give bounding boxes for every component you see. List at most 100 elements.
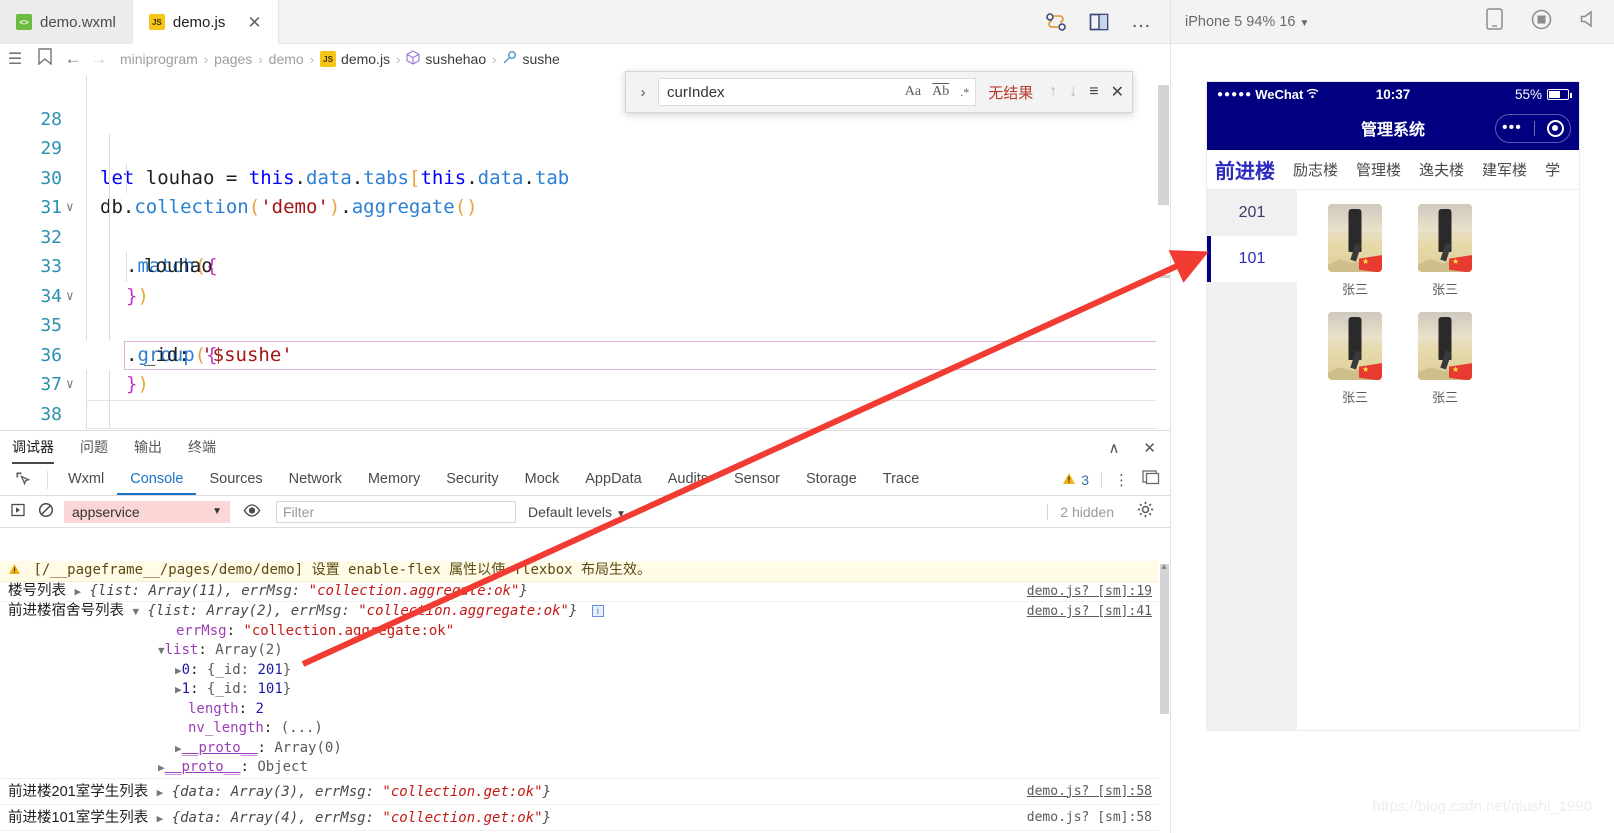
- gear-icon[interactable]: [1137, 501, 1154, 523]
- close-icon[interactable]: ✕: [1111, 82, 1124, 102]
- console-log-row[interactable]: 前进楼宿舍号列表 ▼ {list: Array(2), errMsg: "col…: [0, 602, 1170, 622]
- console-output[interactable]: [/__pageframe__/pages/demo/demo] 设置 enab…: [0, 561, 1170, 833]
- breadcrumb-item-pages[interactable]: pages: [214, 51, 252, 67]
- log-level-select[interactable]: Default levels ▼: [528, 504, 626, 520]
- split-editor-right-icon[interactable]: [1089, 13, 1109, 31]
- nav-forward-icon[interactable]: →: [86, 49, 112, 69]
- console-tree-row[interactable]: ▶1: {_id: 101}: [0, 680, 1170, 700]
- target-icon[interactable]: [1546, 119, 1564, 137]
- breadcrumb-item-demo-js[interactable]: JS demo.js: [320, 51, 390, 67]
- phone-outline-icon[interactable]: [1486, 8, 1503, 35]
- wechat-capsule-button[interactable]: •••: [1495, 113, 1571, 143]
- panel-tab-output[interactable]: 输出: [134, 431, 162, 464]
- console-source-link[interactable]: demo.js? [sm]:58: [1027, 805, 1152, 831]
- panel-tab-terminal[interactable]: 终端: [188, 431, 216, 464]
- record-icon[interactable]: [1531, 9, 1552, 35]
- split-editor-flow-icon[interactable]: [1045, 12, 1067, 32]
- more-dots-icon[interactable]: •••: [1502, 120, 1522, 136]
- console-tree-row[interactable]: ▶__proto__: Object: [0, 758, 1170, 779]
- student-card[interactable]: 张三: [1401, 204, 1489, 298]
- find-in-selection-icon[interactable]: ≡: [1089, 83, 1098, 101]
- breadcrumb-item-demo[interactable]: demo: [269, 51, 304, 67]
- collapse-triangle-icon[interactable]: ▼: [132, 605, 139, 618]
- status-badge[interactable]: 3: [1062, 472, 1089, 488]
- panel-tab-problems[interactable]: 问题: [80, 431, 108, 464]
- close-icon[interactable]: ✕: [1143, 439, 1156, 457]
- tab-mock[interactable]: Mock: [512, 464, 573, 495]
- console-tree-row[interactable]: ▼list: Array(2): [0, 641, 1170, 661]
- console-source-link[interactable]: demo.js? [sm]:58: [1027, 779, 1152, 805]
- device-select[interactable]: iPhone 5 94% 16 ▼: [1185, 14, 1309, 30]
- expand-triangle-icon[interactable]: ▶: [158, 761, 165, 774]
- find-next-icon[interactable]: ↓: [1069, 83, 1077, 101]
- building-tabstrip[interactable]: 前进楼 励志楼 管理楼 逸夫楼 建军楼 学: [1207, 150, 1579, 190]
- console-tree-row[interactable]: ▶__proto__: Array(0): [0, 739, 1170, 759]
- info-badge-icon[interactable]: i: [591, 605, 604, 617]
- more-actions-icon[interactable]: …: [1131, 10, 1152, 33]
- panel-tab-debugger[interactable]: 调试器: [12, 431, 54, 464]
- tab-audits[interactable]: Audits: [655, 464, 721, 495]
- tab-wxml[interactable]: Wxml: [55, 464, 117, 495]
- dock-panel-icon[interactable]: [1142, 470, 1160, 489]
- console-log-row[interactable]: 楼号列表 ▶ {list: Array(11), errMsg: "collec…: [0, 582, 1170, 602]
- expand-triangle-icon[interactable]: ▶: [74, 585, 81, 598]
- clear-console-icon[interactable]: [32, 502, 60, 521]
- console-source-link[interactable]: demo.js? [sm]:41: [1027, 602, 1152, 622]
- whole-word-icon[interactable]: Ab: [932, 84, 949, 100]
- console-tree-row[interactable]: errMsg: "collection.aggregate:ok": [0, 622, 1170, 642]
- filter-input[interactable]: Filter: [276, 500, 516, 523]
- code-editor[interactable]: 28 let louhao = this.data.tabs[this.data…: [0, 75, 1170, 430]
- expand-triangle-icon[interactable]: ▶: [175, 742, 182, 755]
- tab-sensor[interactable]: Sensor: [721, 464, 793, 495]
- building-tab-yifulou[interactable]: 逸夫楼: [1419, 159, 1464, 180]
- execute-icon[interactable]: [4, 503, 32, 520]
- console-tree-row[interactable]: length: 2: [0, 700, 1170, 720]
- editor-tab-demo-js[interactable]: JS demo.js ✕: [132, 0, 279, 44]
- close-icon[interactable]: ✕: [247, 14, 261, 31]
- collapse-triangle-icon[interactable]: ▼: [158, 644, 165, 657]
- student-card[interactable]: 张三: [1311, 312, 1399, 406]
- breadcrumb-item-sushehao[interactable]: sushehao: [406, 50, 486, 68]
- console-warning-row[interactable]: [/__pageframe__/pages/demo/demo] 设置 enab…: [0, 561, 1170, 582]
- tab-sources[interactable]: Sources: [196, 464, 275, 495]
- console-log-row[interactable]: 前进楼101室学生列表 ▶ {data: Array(4), errMsg: "…: [0, 805, 1170, 831]
- hamburger-menu-icon[interactable]: ☰: [0, 49, 30, 69]
- find-widget[interactable]: › curIndex Aa Ab .* 无结果 ↑ ↓ ≡ ✕: [625, 71, 1133, 113]
- console-source-link[interactable]: demo.js? [sm]:19: [1027, 582, 1152, 602]
- phone-simulator[interactable]: ●●●●● WeChat 10:37 55% 管理系统 ••• 前进楼 励志楼 …: [1207, 82, 1579, 730]
- tab-storage[interactable]: Storage: [793, 464, 870, 495]
- expand-triangle-icon[interactable]: ▶: [157, 786, 164, 799]
- room-list[interactable]: 201 101: [1207, 190, 1297, 730]
- chevron-right-icon[interactable]: ›: [634, 84, 652, 101]
- expand-triangle-icon[interactable]: ▶: [175, 683, 182, 696]
- editor-tab-demo-wxml[interactable]: <> demo.wxml: [0, 0, 133, 44]
- console-log-row[interactable]: 前进楼201室学生列表 ▶ {data: Array(3), errMsg: "…: [0, 779, 1170, 805]
- nav-back-icon[interactable]: ←: [60, 49, 86, 69]
- tab-network[interactable]: Network: [276, 464, 355, 495]
- tab-console[interactable]: Console: [117, 464, 196, 495]
- breadcrumb-item-sushe[interactable]: sushe: [502, 50, 560, 68]
- use-regex-icon[interactable]: .*: [960, 85, 969, 100]
- tab-trace[interactable]: Trace: [870, 464, 933, 495]
- console-scroll-up-icon[interactable]: ▲: [1158, 561, 1170, 573]
- tab-appdata[interactable]: AppData: [572, 464, 654, 495]
- inspect-element-icon[interactable]: [6, 471, 40, 489]
- building-tab-qianjinlou[interactable]: 前进楼: [1215, 155, 1275, 184]
- more-options-icon[interactable]: ⋮: [1114, 471, 1130, 489]
- find-input[interactable]: curIndex Aa Ab .*: [658, 78, 977, 106]
- breadcrumb-item-miniprogram[interactable]: miniprogram: [120, 51, 198, 67]
- console-tree-row[interactable]: ▶0: {_id: 201}: [0, 661, 1170, 681]
- collapse-icon[interactable]: ∧: [1108, 439, 1119, 457]
- building-tab-xue[interactable]: 学: [1545, 159, 1560, 180]
- console-scrollbar[interactable]: [1158, 561, 1170, 833]
- expand-triangle-icon[interactable]: ▶: [175, 664, 182, 677]
- live-expression-eye-icon[interactable]: [238, 503, 266, 520]
- student-card[interactable]: 张三: [1401, 312, 1489, 406]
- building-tab-guanlilou[interactable]: 管理楼: [1356, 159, 1401, 180]
- tab-security[interactable]: Security: [433, 464, 511, 495]
- console-tree-row[interactable]: nv_length: (...): [0, 719, 1170, 739]
- building-tab-jianjunlou[interactable]: 建军楼: [1482, 159, 1527, 180]
- room-item-201[interactable]: 201: [1207, 190, 1297, 236]
- console-context-select[interactable]: appservice ▼: [64, 500, 230, 523]
- volume-icon[interactable]: [1580, 10, 1600, 33]
